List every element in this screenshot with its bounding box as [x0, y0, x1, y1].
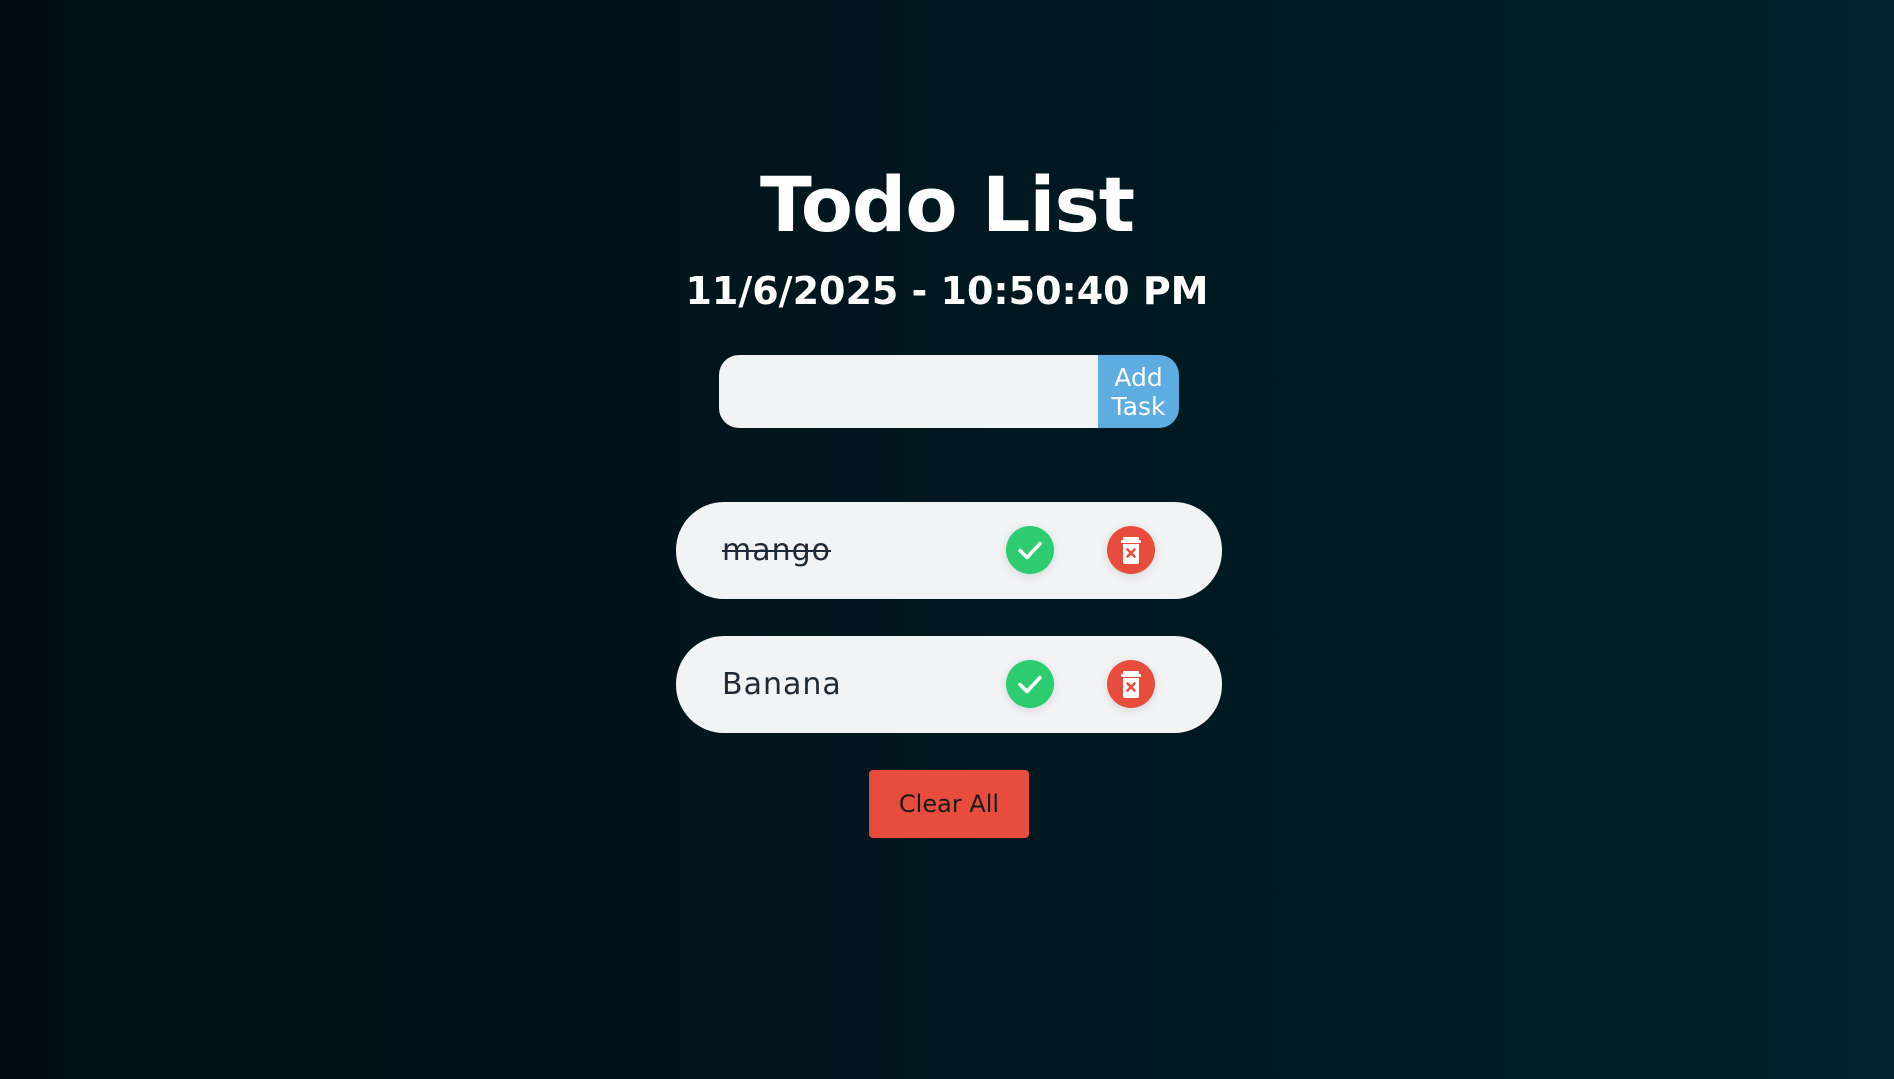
current-datetime: 11/6/2025 - 10:50:40 PM: [685, 269, 1209, 313]
task-list: mango Banana: [676, 502, 1222, 770]
add-task-form: Add Task: [719, 355, 1179, 428]
check-icon: [1014, 534, 1046, 566]
task-item: mango: [676, 502, 1222, 599]
delete-task-button[interactable]: [1107, 660, 1155, 708]
trash-icon: [1116, 533, 1146, 567]
clear-all-button[interactable]: Clear All: [869, 770, 1029, 838]
task-text: mango: [722, 533, 832, 568]
check-icon: [1014, 668, 1046, 700]
delete-task-button[interactable]: [1107, 526, 1155, 574]
task-text: Banana: [722, 667, 842, 702]
add-task-button[interactable]: Add Task: [1098, 355, 1179, 428]
complete-task-button[interactable]: [1006, 526, 1054, 574]
trash-icon: [1116, 667, 1146, 701]
complete-task-button[interactable]: [1006, 660, 1054, 708]
task-item: Banana: [676, 636, 1222, 733]
task-input[interactable]: [719, 355, 1098, 428]
page-title: Todo List: [759, 160, 1135, 249]
todo-app: Todo List 11/6/2025 - 10:50:40 PM Add Ta…: [0, 0, 1894, 1079]
